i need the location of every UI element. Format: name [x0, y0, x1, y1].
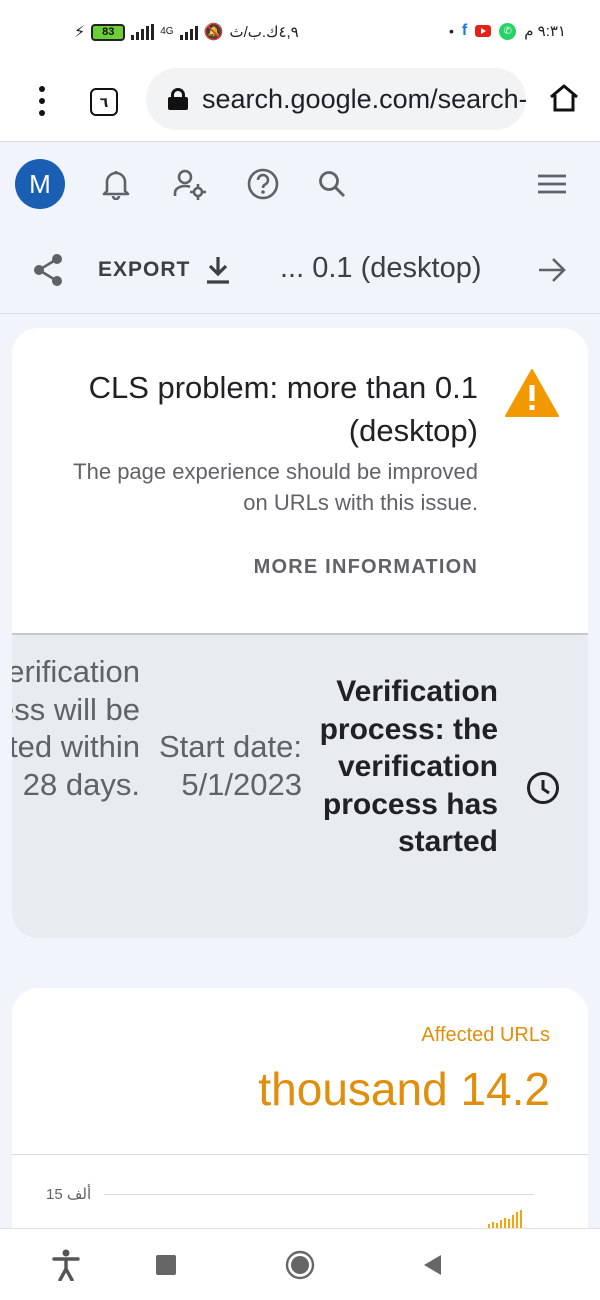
- recents-button[interactable]: [148, 1247, 184, 1283]
- menu-icon[interactable]: [534, 166, 570, 202]
- address-bar[interactable]: search.google.com/search-console: [146, 68, 526, 130]
- signal-icon: [131, 24, 155, 40]
- issue-action-bar: EXPORT ... 0.1 (desktop): [0, 228, 600, 314]
- clock-time: ٩:٣١ م: [524, 23, 566, 40]
- browser-menu-icon[interactable]: [36, 86, 48, 116]
- status-bar-left: ⚡ 83 4G 🔕 ٤,٩ك.ب/ث: [74, 22, 299, 42]
- browser-toolbar: ٦ search.google.com/search-console: [0, 68, 600, 142]
- network-type: 4G: [160, 26, 174, 37]
- verification-panel: The verification process will be complet…: [12, 633, 588, 938]
- signal-icon-2: [179, 24, 198, 40]
- warning-icon: [505, 369, 559, 417]
- verification-completion-note: The verification process will be complet…: [12, 654, 140, 802]
- chart-gridline: [104, 1194, 534, 1195]
- whatsapp-icon: ✆: [499, 22, 517, 40]
- verification-status: Verification process: the verification p…: [319, 675, 498, 858]
- affected-urls-label: Affected URLs: [421, 1024, 550, 1046]
- search-icon[interactable]: [314, 166, 350, 202]
- help-icon[interactable]: [245, 166, 281, 202]
- url-text[interactable]: search.google.com/search-console: [202, 84, 526, 115]
- bell-icon[interactable]: [98, 166, 134, 202]
- chart-axis-label: 15 ألف: [46, 1186, 92, 1203]
- accessibility-icon[interactable]: [48, 1247, 84, 1283]
- clock-icon: [527, 772, 559, 804]
- app-header: M: [0, 142, 600, 228]
- issue-card: CLS problem: more than 0.1 (desktop) The…: [12, 328, 588, 938]
- youtube-icon: [475, 25, 492, 37]
- share-icon[interactable]: [30, 252, 66, 288]
- manage-users-icon[interactable]: [172, 166, 208, 202]
- download-icon[interactable]: [200, 252, 236, 288]
- affected-urls-value: thousand 14.2: [258, 1063, 550, 1115]
- chart-bars: [488, 1208, 522, 1228]
- home-icon[interactable]: [548, 82, 580, 114]
- lock-icon[interactable]: [168, 88, 188, 110]
- home-button[interactable]: [282, 1247, 318, 1283]
- charging-icon: ⚡: [74, 24, 86, 41]
- more-information-link[interactable]: MORE INFORMATION: [254, 556, 478, 579]
- battery-indicator: 83: [91, 23, 126, 41]
- system-navigation-bar: [0, 1228, 600, 1300]
- tab-switcher-button[interactable]: ٦: [90, 88, 118, 116]
- export-button[interactable]: EXPORT: [98, 258, 190, 282]
- breadcrumb[interactable]: ... 0.1 (desktop): [280, 252, 482, 285]
- status-bar: ⚡ 83 4G 🔕 ٤,٩ك.ب/ث • f ✆ ٩:٣١ م: [0, 0, 600, 68]
- issue-title: CLS problem: more than 0.1 (desktop): [88, 370, 478, 448]
- verification-start-date: Start date: 5/1/2023: [158, 729, 302, 802]
- data-speed: ٤,٩ك.ب/ث: [229, 24, 299, 41]
- notification-dot-icon: •: [448, 23, 454, 39]
- mute-icon: 🔕: [203, 24, 224, 41]
- avatar[interactable]: M: [15, 159, 65, 209]
- arrow-right-icon[interactable]: [534, 252, 570, 288]
- status-bar-right: • f ✆ ٩:٣١ م: [449, 22, 566, 40]
- divider: [12, 1154, 588, 1155]
- back-button[interactable]: [414, 1247, 450, 1283]
- facebook-icon: f: [461, 22, 468, 39]
- issue-description: The page experience should be improved o…: [73, 459, 478, 515]
